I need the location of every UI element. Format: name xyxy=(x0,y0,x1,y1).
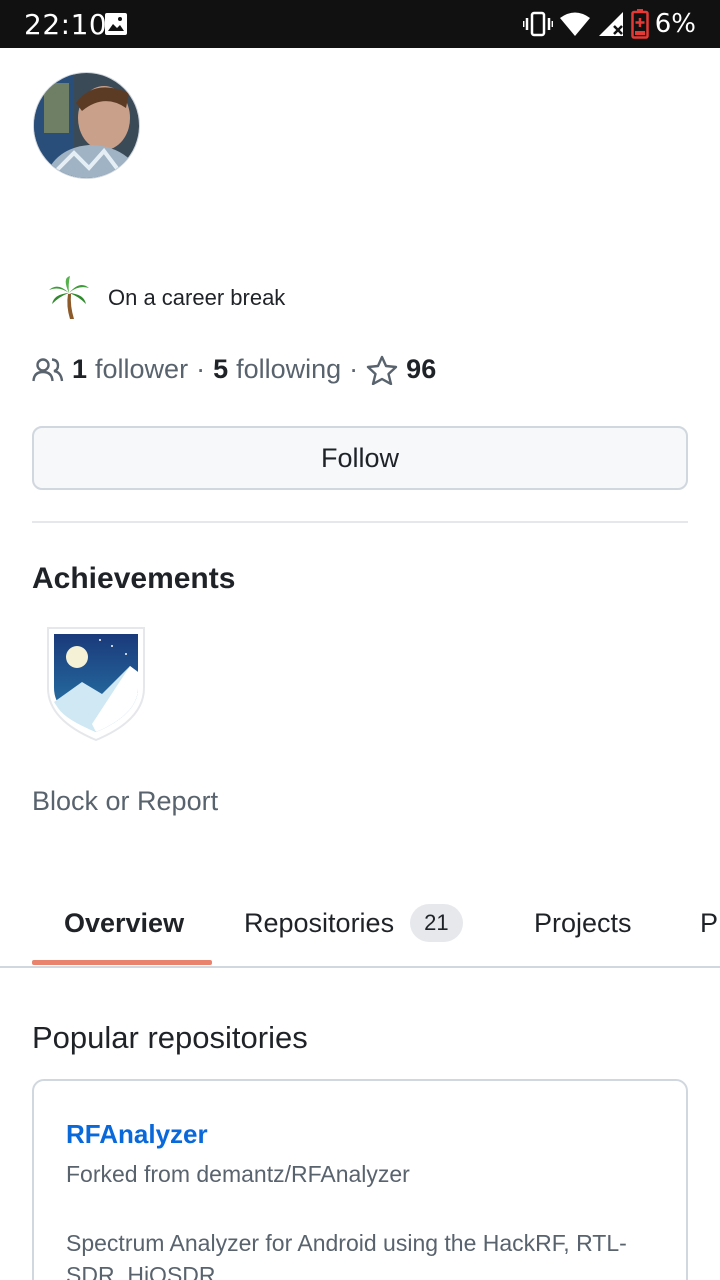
divider xyxy=(32,521,688,523)
separator: · xyxy=(349,354,359,384)
stars-link[interactable]: 96 xyxy=(366,354,436,385)
battery-percent: 6% xyxy=(654,9,696,39)
tab-projects[interactable]: Projects xyxy=(534,880,632,966)
tab-label: Repositories xyxy=(244,907,395,938)
repositories-count-badge: 21 xyxy=(410,904,463,942)
popular-repositories-title: Popular repositories xyxy=(32,1020,308,1055)
signal-icon xyxy=(598,12,623,36)
following-count: 5 xyxy=(213,354,229,384)
repo-description: Spectrum Analyzer for Android using the … xyxy=(66,1230,627,1280)
separator: · xyxy=(196,354,206,384)
vibrate-icon xyxy=(522,11,553,37)
tab-overview[interactable]: Overview xyxy=(64,880,184,966)
tab-label: Projects xyxy=(534,907,632,938)
tab-label: P xyxy=(700,907,719,938)
repo-card: RFAnalyzer Forked from demantz/RFAnalyze… xyxy=(32,1079,688,1280)
user-status: On a career break xyxy=(48,276,285,320)
status-time: 22:10 xyxy=(24,8,108,41)
following-label: following xyxy=(236,354,342,384)
tab-label: Overview xyxy=(64,907,185,938)
block-or-report-link[interactable]: Block or Report xyxy=(32,786,218,817)
profile-tabs: Overview Repositories 21 Projects P xyxy=(0,880,720,968)
followers-link[interactable]: 1 follower xyxy=(72,354,188,385)
palm-tree-icon xyxy=(49,276,89,319)
active-tab-indicator xyxy=(32,960,212,965)
star-icon xyxy=(366,355,398,385)
repo-name-link[interactable]: RFAnalyzer xyxy=(66,1119,208,1150)
achievement-badge-icon[interactable] xyxy=(42,624,150,744)
avatar[interactable] xyxy=(33,72,140,179)
repo-forked-from[interactable]: Forked from demantz/RFAnalyzer xyxy=(66,1161,410,1188)
tab-packages[interactable]: P xyxy=(700,880,718,966)
following-link[interactable]: 5 following xyxy=(213,354,341,385)
followers-count: 1 xyxy=(72,354,88,384)
status-text: On a career break xyxy=(108,285,286,310)
stars-count: 96 xyxy=(406,354,437,384)
follow-stats: 1 follower · 5 following · 96 xyxy=(32,354,436,385)
tab-repositories[interactable]: Repositories 21 xyxy=(244,880,463,966)
battery-icon xyxy=(631,9,649,39)
people-icon xyxy=(32,357,64,381)
image-icon xyxy=(105,13,127,35)
followers-label: follower xyxy=(95,354,189,384)
status-bar: 22:10 6% xyxy=(0,0,720,48)
achievements-title: Achievements xyxy=(32,562,236,595)
wifi-icon xyxy=(559,12,590,36)
follow-button[interactable]: Follow xyxy=(32,426,688,490)
